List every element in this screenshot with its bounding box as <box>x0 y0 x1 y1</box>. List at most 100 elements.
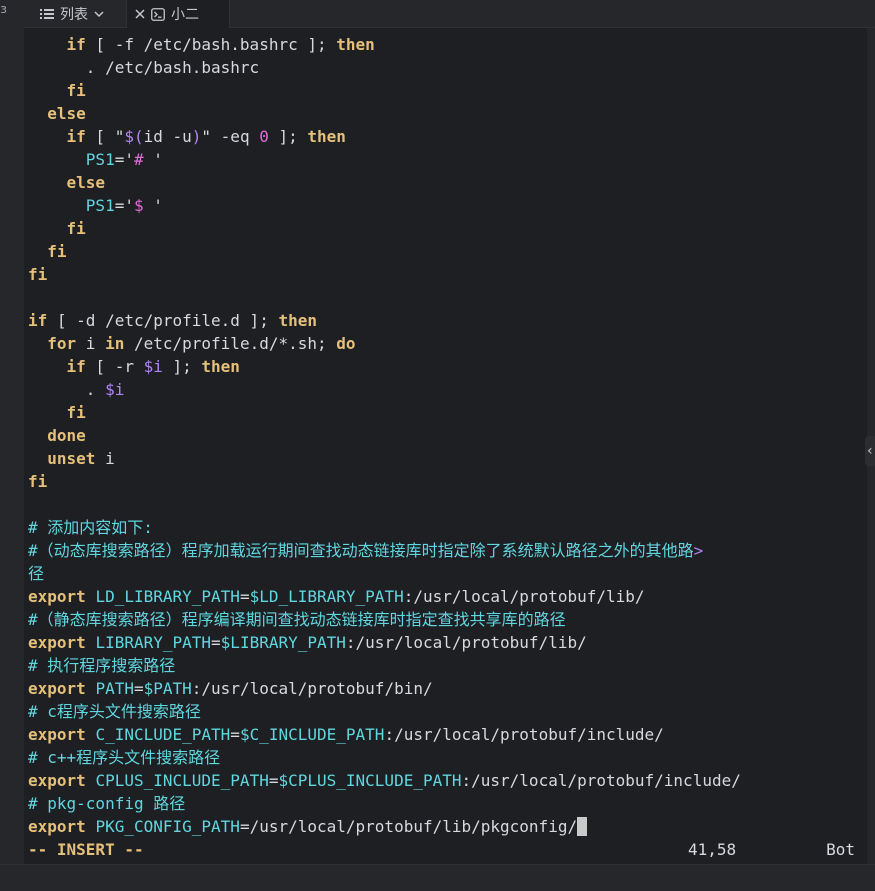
terminal-token: export <box>28 633 86 652</box>
terminal-line: # 添加内容如下: <box>28 516 867 539</box>
terminal-token: $( <box>124 127 144 146</box>
terminal-token: $LIBRARY_PATH <box>220 633 346 652</box>
terminal-line: else <box>28 171 867 194</box>
terminal-token: # 添加内容如下: <box>28 518 153 537</box>
terminal-token: export <box>28 771 86 790</box>
terminal-token: # <box>133 150 154 169</box>
terminal-line: for i in /etc/profile.d/*.sh; do <box>28 332 867 355</box>
terminal-token: then <box>307 127 346 146</box>
terminal-line: # 执行程序搜索路径 <box>28 654 867 677</box>
tab-session-label: 小二 <box>171 7 199 23</box>
terminal-token: id -u <box>143 127 192 146</box>
terminal-line: PS1='# ' <box>28 148 867 171</box>
terminal-token: = <box>239 587 250 606</box>
terminal-line: #（静态库搜索路径）程序编译期间查找动态链接库时指定查找共享库的路径 <box>28 608 867 631</box>
terminal-line: export PATH=$PATH:/usr/local/protobuf/bi… <box>28 677 867 700</box>
terminal-token: export <box>28 817 86 836</box>
terminal-token: $C_INCLUDE_PATH <box>239 725 385 744</box>
terminal-token: export <box>28 587 86 606</box>
tab-list[interactable]: 列表 <box>40 0 104 27</box>
terminal-line: fi <box>28 263 867 286</box>
terminal-line: fi <box>28 240 867 263</box>
vim-statusline: -- INSERT -- 41,58 Bot <box>28 838 867 861</box>
terminal-line: 径 <box>28 562 867 585</box>
terminal-token: [ -r <box>85 357 144 376</box>
terminal-line: # c程序头文件搜索路径 <box>28 700 867 723</box>
terminal-token: fi <box>28 472 48 491</box>
terminal-token: PS1 <box>85 150 115 169</box>
terminal-token: " -eq <box>201 127 260 146</box>
terminal-token: LIBRARY_PATH <box>95 633 212 652</box>
terminal-token: . /etc/bash.bashrc <box>28 58 260 77</box>
terminal-token: $PATH <box>143 679 192 698</box>
terminal-token: if <box>66 35 86 54</box>
terminal-token: unset <box>47 449 96 468</box>
terminal-line: fi <box>28 217 867 240</box>
terminal-token: PS1 <box>85 196 115 215</box>
scroll-indicator: Bot <box>826 840 855 859</box>
terminal-token: [ " <box>85 127 125 146</box>
terminal-token: #（静态库搜索路径）程序编译期间查找动态链接库时指定查找共享库的路径 <box>28 610 566 629</box>
terminal-line: export LD_LIBRARY_PATH=$LD_LIBRARY_PATH:… <box>28 585 867 608</box>
terminal-line: else <box>28 102 867 125</box>
terminal-token: then <box>336 35 375 54</box>
terminal-token: # pkg-config 路径 <box>28 794 186 813</box>
terminal-line: PS1='$ ' <box>28 194 867 217</box>
terminal-token: :/usr/local/protobuf/bin/ <box>191 679 433 698</box>
terminal-token: if <box>66 127 86 146</box>
left-strip: ɜ <box>0 0 25 890</box>
terminal-line: unset i <box>28 447 867 470</box>
tab-session[interactable]: 小二 <box>126 0 230 28</box>
close-icon[interactable] <box>135 9 145 19</box>
collapse-panel-icon[interactable]: ‹ <box>865 436 875 466</box>
sidebar-edge-icon[interactable]: ɜ <box>0 2 7 16</box>
terminal-token: LD_LIBRARY_PATH <box>95 587 240 606</box>
terminal-line: export PKG_CONFIG_PATH=/usr/local/protob… <box>28 815 867 838</box>
terminal-icon <box>151 7 165 21</box>
terminal-token: $CPLUS_INCLUDE_PATH <box>278 771 462 790</box>
terminal-token: = <box>133 679 144 698</box>
terminal-token: # 执行程序搜索路径 <box>28 656 176 675</box>
terminal-token: do <box>336 334 356 353</box>
terminal-line: . /etc/bash.bashrc <box>28 56 867 79</box>
terminal-token: CPLUS_INCLUDE_PATH <box>95 771 269 790</box>
cursor <box>577 817 588 836</box>
terminal-token: ]; <box>268 127 308 146</box>
terminal-token: 径 <box>28 564 45 583</box>
terminal-token: fi <box>66 403 86 422</box>
terminal-line: if [ "$(id -u)" -eq 0 ]; then <box>28 125 867 148</box>
terminal-token: ]; <box>162 357 202 376</box>
terminal-token: fi <box>47 242 67 261</box>
terminal-token: PATH <box>95 679 134 698</box>
terminal-token: =' <box>114 150 134 169</box>
terminal-line: done <box>28 424 867 447</box>
terminal-token: fi <box>66 81 86 100</box>
terminal-line: . $i <box>28 378 867 401</box>
terminal-line: fi <box>28 470 867 493</box>
terminal-token: $LD_LIBRARY_PATH <box>249 587 404 606</box>
terminal-token: :/usr/local/protobuf/include/ <box>461 771 741 790</box>
terminal-token: [ -f /etc/bash.bashrc ]; <box>85 35 337 54</box>
terminal-token: i <box>95 449 115 468</box>
terminal-token: :/usr/local/protobuf/lib/ <box>345 633 587 652</box>
terminal-screen[interactable]: if [ -f /etc/bash.bashrc ]; then . /etc/… <box>24 28 867 864</box>
terminal-token: /etc/profile.d/*.sh; <box>124 334 337 353</box>
terminal-token: else <box>47 104 86 123</box>
terminal-token: =' <box>114 196 134 215</box>
terminal-token: fi <box>28 265 48 284</box>
chevron-down-icon <box>94 10 104 18</box>
